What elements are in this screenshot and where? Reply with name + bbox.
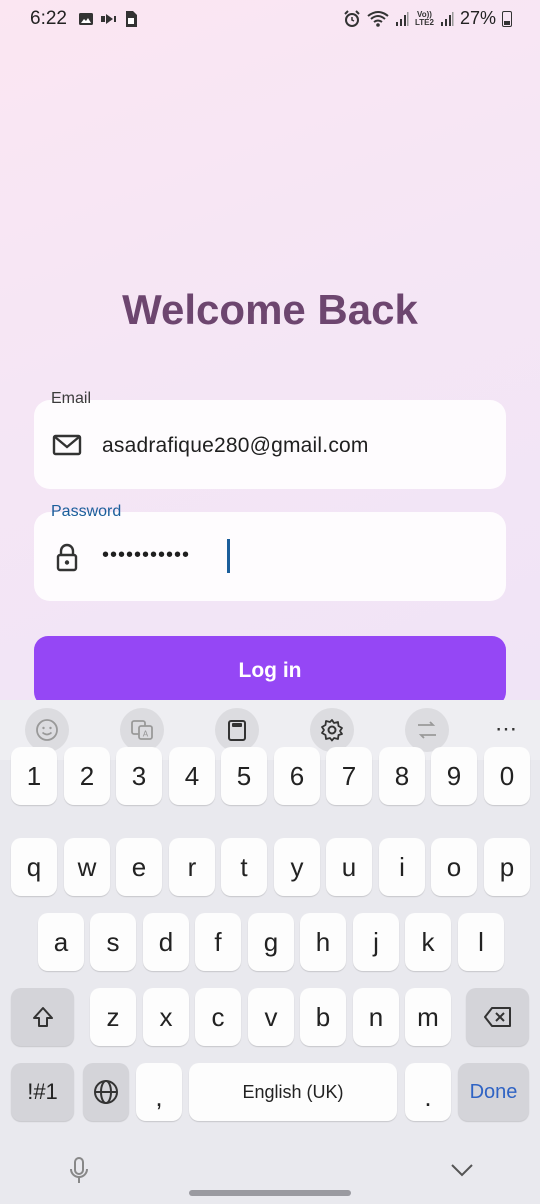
gallery-icon (79, 13, 93, 25)
key-b[interactable]: b (300, 988, 346, 1046)
key-z[interactable]: z (90, 988, 136, 1046)
more-options-button[interactable]: ⋯ (495, 716, 518, 742)
key-v[interactable]: v (248, 988, 294, 1046)
key-a[interactable]: a (38, 913, 84, 971)
key-y[interactable]: y (274, 838, 320, 896)
battery-percent: 27% (459, 8, 496, 28)
key-l[interactable]: l (458, 913, 504, 971)
settings-button[interactable] (310, 708, 354, 752)
text-cursor (227, 539, 230, 573)
status-bar: 6:22 Vo)) LTE2 27% (0, 0, 540, 38)
key-9[interactable]: 9 (431, 747, 477, 805)
key-0[interactable]: 0 (484, 747, 530, 805)
media-icon (101, 14, 116, 24)
clipboard-button[interactable] (215, 708, 259, 752)
wifi-icon (367, 10, 389, 27)
key-s[interactable]: s (90, 913, 136, 971)
volte-bottom-text: LTE2 (415, 17, 434, 27)
key-8[interactable]: 8 (379, 747, 425, 805)
key-6[interactable]: 6 (274, 747, 320, 805)
password-label: Password (51, 503, 122, 520)
key-w[interactable]: w (64, 838, 110, 896)
key-n[interactable]: n (353, 988, 399, 1046)
key-t[interactable]: t (221, 838, 267, 896)
settings-icon (321, 719, 343, 742)
period-key[interactable]: . (405, 1063, 451, 1121)
key-f[interactable]: f (195, 913, 241, 971)
key-j[interactable]: j (353, 913, 399, 971)
space-key[interactable]: English (UK) (189, 1063, 397, 1121)
symbols-key[interactable]: !#1 (11, 1063, 74, 1121)
email-field[interactable]: asadrafique280@gmail.com (34, 400, 506, 489)
login-button[interactable]: Log in (34, 636, 506, 706)
done-key[interactable]: Done (458, 1063, 529, 1121)
key-5[interactable]: 5 (221, 747, 267, 805)
page-title: Welcome Back (122, 286, 418, 333)
key-7[interactable]: 7 (326, 747, 372, 805)
key-r[interactable]: r (169, 838, 215, 896)
emoji-icon (36, 719, 58, 741)
key-k[interactable]: k (405, 913, 451, 971)
mail-icon (52, 434, 82, 456)
email-value: asadrafique280@gmail.com (102, 434, 369, 457)
microphone-icon[interactable] (68, 1156, 90, 1186)
translate-icon: A (131, 720, 153, 740)
key-m[interactable]: m (405, 988, 451, 1046)
keyboard: A ⋯ 1 2 3 4 5 6 7 8 9 0 q w e r t y u i … (0, 700, 540, 1204)
status-time: 6:22 (30, 8, 67, 29)
backspace-icon (483, 1007, 511, 1027)
email-label: Email (51, 390, 92, 407)
battery-icon (502, 10, 512, 27)
key-c[interactable]: c (195, 988, 241, 1046)
key-x[interactable]: x (143, 988, 189, 1046)
password-value: ••••••••••• (102, 544, 191, 566)
signal-icon (396, 11, 409, 26)
key-q[interactable]: q (11, 838, 57, 896)
key-4[interactable]: 4 (169, 747, 215, 805)
key-e[interactable]: e (116, 838, 162, 896)
backspace-key[interactable] (466, 988, 529, 1046)
volte-indicator: Vo)) LTE2 (415, 10, 434, 27)
key-h[interactable]: h (300, 913, 346, 971)
status-right-icons: Vo)) LTE2 27% (343, 8, 512, 29)
hide-keyboard-chevron-icon[interactable] (450, 1162, 474, 1178)
key-g[interactable]: g (248, 913, 294, 971)
key-u[interactable]: u (326, 838, 372, 896)
language-key[interactable] (83, 1063, 129, 1121)
status-left-icons (78, 10, 138, 28)
shift-key[interactable] (11, 988, 74, 1046)
text-swap-icon (418, 721, 436, 739)
shift-icon (32, 1007, 53, 1027)
emoji-button[interactable] (25, 708, 69, 752)
password-field[interactable]: ••••••••••• (34, 512, 506, 601)
key-p[interactable]: p (484, 838, 530, 896)
globe-icon (94, 1080, 118, 1104)
comma-key[interactable]: , (136, 1063, 182, 1121)
alarm-icon (344, 9, 360, 27)
key-3[interactable]: 3 (116, 747, 162, 805)
translate-button[interactable]: A (120, 708, 164, 752)
app-screen: 6:22 Vo)) LTE2 27% Welcome Back asadrafi… (0, 0, 540, 706)
key-i[interactable]: i (379, 838, 425, 896)
key-1[interactable]: 1 (11, 747, 57, 805)
signal-icon-2 (440, 11, 454, 26)
sim-card-icon (126, 11, 137, 27)
home-indicator[interactable] (189, 1190, 351, 1196)
clipboard-icon (228, 720, 246, 741)
key-2[interactable]: 2 (64, 747, 110, 805)
lock-icon (56, 543, 78, 572)
text-swap-button[interactable] (405, 708, 449, 752)
key-d[interactable]: d (143, 913, 189, 971)
key-o[interactable]: o (431, 838, 477, 896)
svg-text:A: A (143, 730, 149, 739)
